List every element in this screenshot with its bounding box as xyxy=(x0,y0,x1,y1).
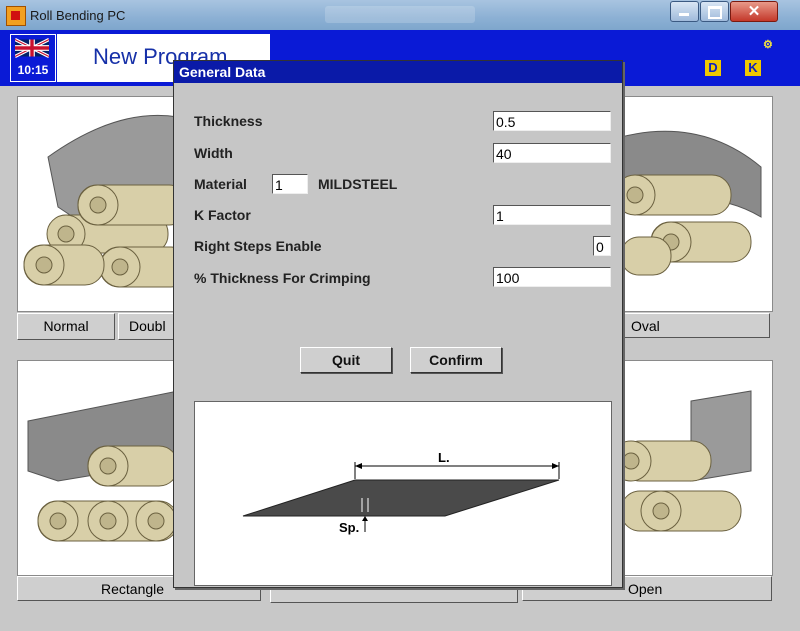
uk-flag-icon xyxy=(15,38,49,58)
shape-button-normal[interactable]: Normal xyxy=(17,313,115,340)
width-field[interactable]: 40 xyxy=(493,143,611,163)
k-tool-icon[interactable]: K xyxy=(745,60,761,76)
dialog-title-bar: General Data xyxy=(174,61,622,83)
confirm-button[interactable]: Confirm xyxy=(410,347,502,373)
crimping-label: % Thickness For Crimping xyxy=(194,270,371,286)
thickness-field[interactable]: 0.5 xyxy=(493,111,611,131)
sheet-diagram: L. Sp. xyxy=(194,401,612,586)
rectangle-rollers-illustration xyxy=(27,390,178,542)
small-settings-icon[interactable]: ⚙ xyxy=(763,38,773,51)
window-title-bar: Roll Bending PC ✕ xyxy=(0,0,800,30)
normal-shape-panel[interactable] xyxy=(17,96,179,312)
oval-shape-panel[interactable] xyxy=(620,96,773,312)
clock-time: 10:15 xyxy=(17,63,49,77)
maximize-button[interactable] xyxy=(700,1,729,22)
open-shape-panel[interactable] xyxy=(620,360,773,576)
material-label: Material xyxy=(194,176,247,192)
rectangle-shape-panel[interactable] xyxy=(17,360,179,576)
k-factor-label: K Factor xyxy=(194,207,251,223)
k-factor-field[interactable]: 1 xyxy=(493,205,611,225)
general-data-dialog: General Data Thickness 0.5 Width 40 Mate… xyxy=(173,60,623,588)
d-tool-icon[interactable]: D xyxy=(705,60,721,76)
oval-rollers-illustration xyxy=(621,130,762,276)
minimize-button[interactable] xyxy=(670,1,699,22)
width-label: Width xyxy=(194,145,233,161)
background-window-tab xyxy=(325,6,475,23)
right-steps-field[interactable]: 0 xyxy=(593,236,611,256)
open-rollers-illustration xyxy=(621,390,752,532)
close-icon: ✕ xyxy=(747,3,761,20)
dialog-title: General Data xyxy=(179,64,266,80)
material-field[interactable]: 1 xyxy=(272,174,308,194)
normal-rollers-illustration xyxy=(23,114,178,288)
thickness-label: Thickness xyxy=(194,113,263,129)
shape-button-oval[interactable]: Oval xyxy=(598,313,770,338)
window-title: Roll Bending PC xyxy=(30,8,126,23)
quit-button[interactable]: Quit xyxy=(300,347,392,373)
close-button[interactable]: ✕ xyxy=(730,1,778,22)
language-selector[interactable]: 10:15 xyxy=(10,34,56,82)
thickness-dim-label: Sp. xyxy=(339,520,359,535)
sheet-dimension-drawing: L. Sp. xyxy=(242,450,560,535)
material-name: MILDSTEEL xyxy=(318,176,398,192)
app-icon xyxy=(6,6,26,26)
crimping-field[interactable]: 100 xyxy=(493,267,611,287)
length-label: L. xyxy=(438,450,450,465)
right-steps-label: Right Steps Enable xyxy=(194,238,322,254)
